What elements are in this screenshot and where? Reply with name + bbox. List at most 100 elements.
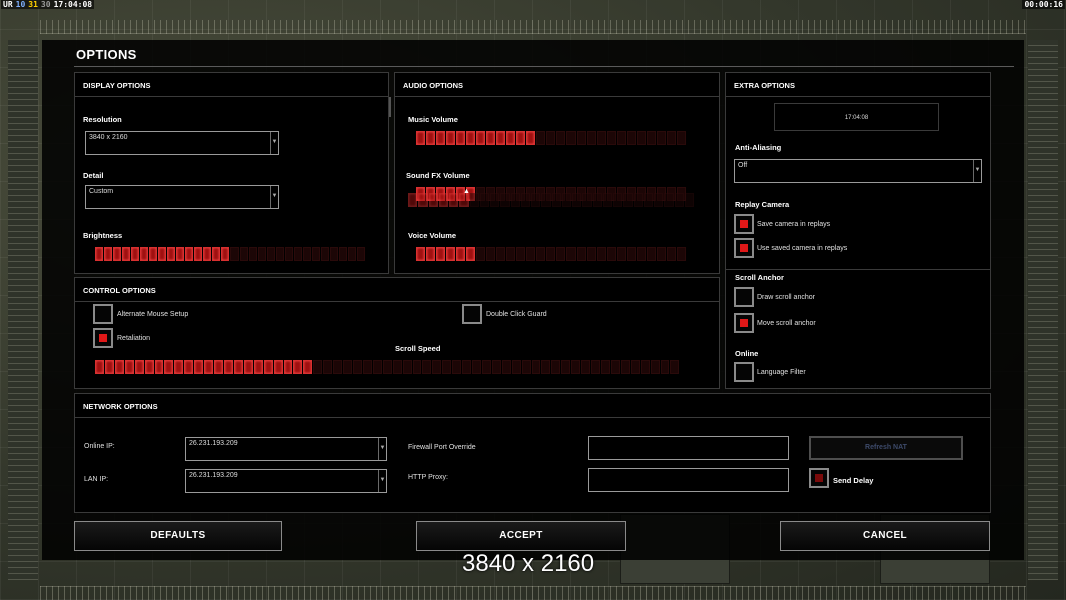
slider-segment[interactable] [140, 247, 149, 261]
slider-segment[interactable] [501, 360, 511, 374]
slider-segment[interactable] [329, 247, 338, 261]
slider-segment[interactable] [469, 193, 479, 207]
slider-segment[interactable] [581, 360, 591, 374]
slider-segment[interactable] [449, 193, 459, 207]
slider-segment[interactable] [432, 360, 442, 374]
slider-segment[interactable] [596, 247, 606, 261]
language-filter-checkbox[interactable] [734, 362, 754, 382]
slider-segment[interactable] [174, 360, 184, 374]
slider-segment[interactable] [293, 247, 302, 261]
slider-segment[interactable] [531, 360, 541, 374]
slider-segment[interactable] [466, 131, 476, 145]
slider-segment[interactable] [416, 131, 426, 145]
slider-segment[interactable] [596, 131, 606, 145]
slider-segment[interactable] [438, 193, 448, 207]
slider-segment[interactable] [546, 247, 556, 261]
double-click-guard-checkbox[interactable] [462, 304, 482, 324]
slider-segment[interactable] [556, 247, 566, 261]
chevron-down-icon[interactable]: ▼ [378, 470, 386, 492]
slider-segment[interactable] [476, 131, 486, 145]
slider-segment[interactable] [372, 360, 382, 374]
slider-segment[interactable] [338, 247, 347, 261]
slider-segment[interactable] [266, 247, 275, 261]
slider-segment[interactable] [273, 360, 283, 374]
slider-segment[interactable] [650, 360, 660, 374]
slider-segment[interactable] [248, 247, 257, 261]
slider-segment[interactable] [428, 193, 438, 207]
slider-segment[interactable] [313, 360, 323, 374]
slider-segment[interactable] [212, 247, 221, 261]
slider-segment[interactable] [526, 131, 536, 145]
slider-segment[interactable] [566, 131, 576, 145]
scroll-speed-slider[interactable] [95, 360, 680, 374]
slider-segment[interactable] [561, 360, 571, 374]
slider-segment[interactable] [239, 247, 248, 261]
slider-segment[interactable] [646, 131, 656, 145]
music-volume-slider[interactable] [416, 131, 686, 145]
slider-segment[interactable] [551, 193, 561, 207]
voice-volume-slider[interactable] [416, 247, 686, 261]
slider-segment[interactable] [616, 131, 626, 145]
firewall-port-field[interactable] [588, 436, 789, 460]
slider-segment[interactable] [459, 193, 469, 207]
slider-segment[interactable] [490, 193, 500, 207]
slider-segment[interactable] [626, 131, 636, 145]
slider-segment[interactable] [185, 247, 194, 261]
slider-segment[interactable] [122, 247, 131, 261]
slider-segment[interactable] [402, 360, 412, 374]
slider-segment[interactable] [131, 247, 140, 261]
slider-segment[interactable] [656, 131, 666, 145]
slider-segment[interactable] [602, 193, 612, 207]
slider-segment[interactable] [124, 360, 134, 374]
detail-dropdown[interactable]: Custom ▼ [85, 185, 279, 209]
slider-segment[interactable] [676, 247, 686, 261]
slider-segment[interactable] [566, 247, 576, 261]
slider-segment[interactable] [149, 247, 158, 261]
slider-segment[interactable] [176, 247, 185, 261]
slider-segment[interactable] [466, 247, 476, 261]
slider-segment[interactable] [506, 247, 516, 261]
brightness-slider[interactable] [95, 247, 365, 261]
slider-segment[interactable] [194, 247, 203, 261]
slider-segment[interactable] [243, 360, 253, 374]
slider-segment[interactable] [486, 131, 496, 145]
slider-segment[interactable] [520, 193, 530, 207]
slider-segment[interactable] [416, 247, 426, 261]
slider-segment[interactable] [456, 131, 466, 145]
slider-segment[interactable] [472, 360, 481, 374]
slider-segment[interactable] [636, 131, 646, 145]
slider-segment[interactable] [684, 193, 694, 207]
slider-segment[interactable] [620, 360, 630, 374]
slider-segment[interactable] [591, 360, 601, 374]
slider-segment[interactable] [311, 247, 320, 261]
slider-segment[interactable] [531, 193, 541, 207]
slider-segment[interactable] [426, 247, 436, 261]
slider-segment[interactable] [561, 193, 571, 207]
slider-segment[interactable] [194, 360, 204, 374]
slider-segment[interactable] [510, 193, 520, 207]
slider-segment[interactable] [352, 360, 362, 374]
slider-segment[interactable] [496, 131, 506, 145]
slider-segment[interactable] [646, 247, 656, 261]
slider-segment[interactable] [479, 193, 489, 207]
slider-segment[interactable] [674, 193, 684, 207]
slider-segment[interactable] [303, 360, 313, 374]
slider-segment[interactable] [114, 360, 124, 374]
slider-segment[interactable] [343, 360, 352, 374]
slider-segment[interactable] [223, 360, 233, 374]
slider-segment[interactable] [113, 247, 122, 261]
accept-button[interactable]: ACCEPT [416, 521, 626, 551]
slider-segment[interactable] [184, 360, 194, 374]
slider-segment[interactable] [666, 131, 676, 145]
slider-segment[interactable] [362, 360, 372, 374]
display-panel-scrollbar[interactable] [389, 97, 391, 117]
slider-segment[interactable] [446, 131, 456, 145]
slider-segment[interactable] [154, 360, 164, 374]
slider-segment[interactable] [426, 131, 436, 145]
slider-segment[interactable] [636, 247, 646, 261]
slider-segment[interactable] [556, 131, 566, 145]
slider-segment[interactable] [666, 247, 676, 261]
slider-segment[interactable] [356, 247, 365, 261]
draw-scroll-anchor-checkbox[interactable] [734, 287, 754, 307]
slider-segment[interactable] [418, 193, 428, 207]
